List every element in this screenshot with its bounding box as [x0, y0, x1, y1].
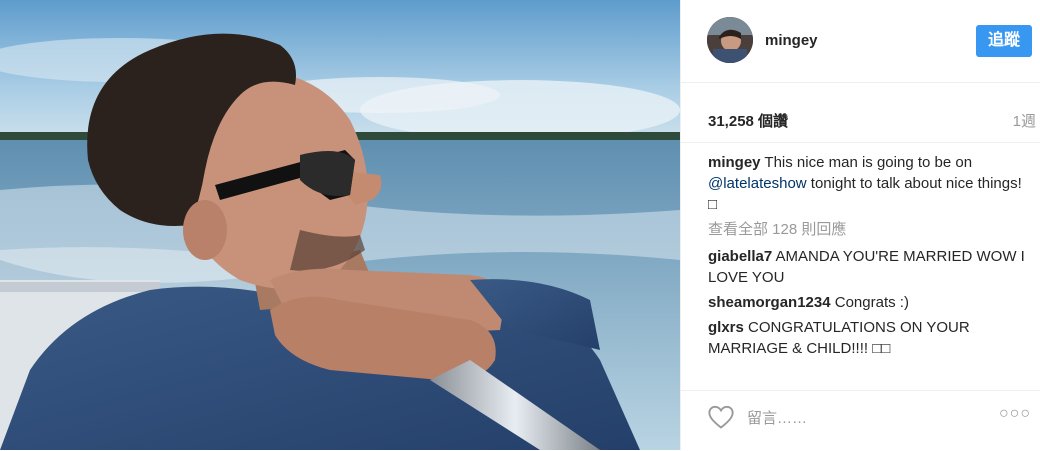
comment-username[interactable]: giabella7 — [708, 248, 772, 265]
instagram-post: mingey 追蹤 31,258 個讚 1週 mingey This nice … — [0, 0, 1040, 450]
comment-footer: 留言…… ○○○ — [681, 390, 1040, 451]
follow-button[interactable]: 追蹤 — [976, 25, 1032, 57]
post-side-panel: mingey 追蹤 31,258 個讚 1週 mingey This nice … — [680, 0, 1040, 450]
post-header: mingey 追蹤 — [681, 0, 1040, 83]
comment-item: sheamorgan1234 Congrats :) — [708, 292, 1028, 313]
comment-username[interactable]: sheamorgan1234 — [708, 294, 831, 311]
caption: mingey This nice man is going to be on @… — [708, 152, 1028, 215]
caption-username[interactable]: mingey — [708, 154, 761, 171]
view-all-comments-link[interactable]: 查看全部 128 則回應 — [708, 219, 1028, 240]
comment-text: CONGRATULATIONS ON YOUR MARRIAGE & CHILD… — [708, 319, 970, 357]
comment-text: Congrats :) — [834, 294, 909, 311]
add-comment-input[interactable]: 留言…… — [747, 407, 807, 428]
comment-item: giabella7 AMANDA YOU'RE MARRIED WOW I LO… — [708, 246, 1028, 288]
comment-item: glxrs CONGRATULATIONS ON YOUR MARRIAGE &… — [708, 317, 1028, 359]
man-on-boat-photo — [0, 0, 680, 450]
likes-count[interactable]: 31,258 個讚 — [708, 110, 788, 131]
header-username[interactable]: mingey — [765, 32, 818, 49]
post-time[interactable]: 1週 — [1013, 110, 1036, 131]
avatar-image — [707, 17, 753, 63]
caption-mention-link[interactable]: @latelateshow — [708, 175, 807, 192]
caption-text-part1: This nice man is going to be on — [764, 154, 973, 171]
comments-section: mingey This nice man is going to be on @… — [708, 152, 1028, 363]
more-options-icon[interactable]: ○○○ — [999, 405, 1031, 423]
comment-username[interactable]: glxrs — [708, 319, 744, 336]
post-photo[interactable] — [0, 0, 680, 450]
avatar[interactable] — [707, 17, 753, 63]
post-meta: 31,258 個讚 1週 — [681, 82, 1040, 143]
heart-icon[interactable] — [707, 403, 735, 431]
